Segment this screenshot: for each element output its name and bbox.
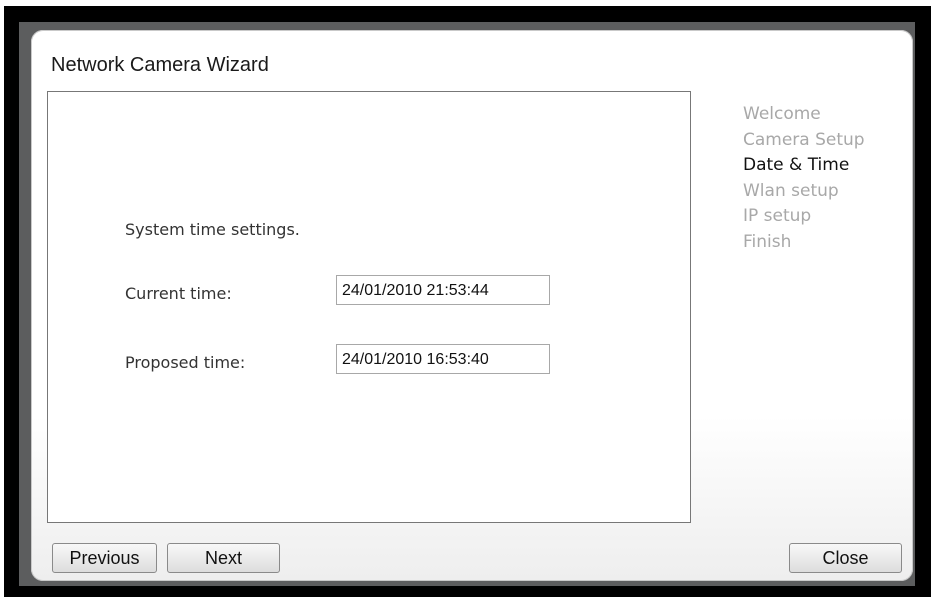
window-frame: Network Camera Wizard System time settin… xyxy=(19,22,915,586)
previous-button[interactable]: Previous xyxy=(52,543,157,573)
next-button[interactable]: Next xyxy=(167,543,280,573)
step-ip-setup: IP setup xyxy=(743,206,812,226)
step-camera-setup: Camera Setup xyxy=(743,129,865,150)
wizard-dialog: Network Camera Wizard System time settin… xyxy=(31,30,913,581)
step-wlan-setup: Wlan setup xyxy=(743,180,839,201)
close-button[interactable]: Close xyxy=(789,543,902,573)
section-heading: System time settings. xyxy=(125,220,300,239)
step-finish: Finish xyxy=(743,231,792,252)
current-time-label: Current time: xyxy=(125,284,232,303)
proposed-time-field[interactable]: 24/01/2010 16:53:40 xyxy=(336,344,550,374)
step-welcome: Welcome xyxy=(743,104,821,124)
window-border: Network Camera Wizard System time settin… xyxy=(4,6,931,597)
step-date-time: Date & Time xyxy=(743,155,850,175)
content-panel: System time settings. Current time: 24/0… xyxy=(47,91,691,523)
window-title: Network Camera Wizard xyxy=(51,54,269,76)
wizard-steps: Welcome Camera Setup Date & Time Wlan se… xyxy=(743,102,865,255)
current-time-field[interactable]: 24/01/2010 21:53:44 xyxy=(336,275,550,305)
proposed-time-label: Proposed time: xyxy=(125,353,246,372)
